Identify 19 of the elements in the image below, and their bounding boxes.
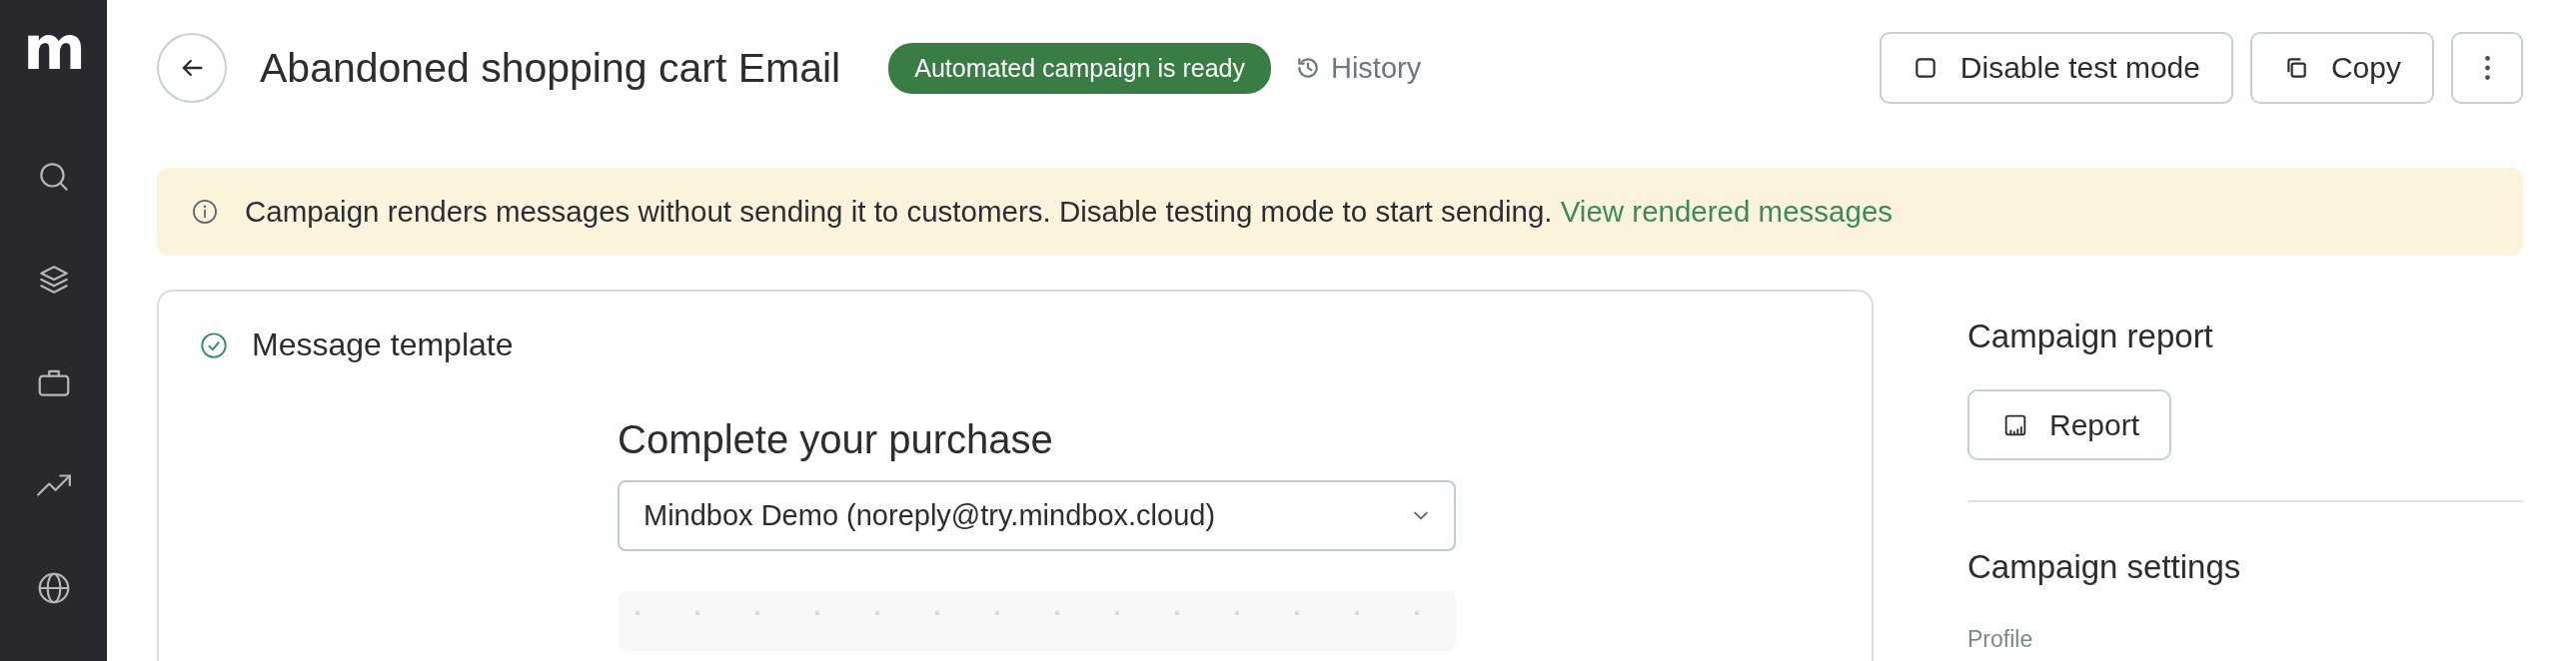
sender-select[interactable]: Mindbox Demo (noreply@try.mindbox.cloud) bbox=[618, 480, 1456, 551]
section-heading: Campaign settings bbox=[1967, 548, 2242, 586]
status-badge: Automated campaign is ready bbox=[888, 42, 1271, 94]
more-icon bbox=[2484, 56, 2490, 80]
logo[interactable]: m bbox=[23, 18, 84, 78]
page-title: Abandoned shopping cart Email bbox=[260, 44, 841, 92]
card-title: Message template bbox=[252, 327, 514, 363]
email-subject: Complete your purchase bbox=[618, 417, 1054, 462]
field-label: Profile bbox=[1967, 626, 2034, 653]
view-rendered-messages-link[interactable]: View rendered messages bbox=[1560, 195, 1894, 228]
section-heading: Campaign report bbox=[1967, 318, 2214, 355]
history-link[interactable]: History bbox=[1295, 51, 1422, 85]
history-icon bbox=[1295, 55, 1321, 81]
disable-test-mode-button[interactable]: Disable test mode bbox=[1879, 32, 2233, 104]
banner-message: Campaign renders messages without sending it to customers. Disable testing mode to start sending. View rendered messages bbox=[245, 195, 1894, 229]
copy-button[interactable]: Copy bbox=[2249, 32, 2434, 104]
report-button[interactable]: Report bbox=[1967, 389, 2172, 460]
info-icon bbox=[191, 198, 219, 226]
chevron-down-icon bbox=[1414, 511, 1428, 520]
